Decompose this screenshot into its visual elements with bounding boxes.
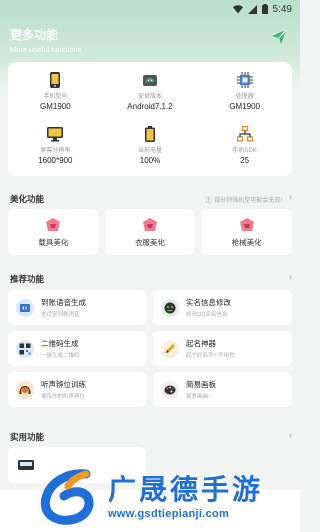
clothes-skin-icon bbox=[143, 218, 157, 231]
beauty-item-gun[interactable]: 枪械美化 bbox=[201, 209, 293, 255]
qrcode-icon bbox=[16, 339, 34, 358]
info-processor: 处理器 GM1900 bbox=[197, 68, 292, 122]
cpu-icon bbox=[236, 72, 253, 88]
watermark-logo-icon bbox=[40, 469, 94, 525]
signal-icon bbox=[247, 4, 257, 14]
beauty-item-clothes[interactable]: 衣服美化 bbox=[104, 209, 196, 255]
battery-icon bbox=[142, 126, 158, 142]
beauty-section-note: 注: 部分特殊机型可能会无效! bbox=[204, 198, 282, 204]
beauty-section-title: 美化功能 bbox=[10, 194, 45, 204]
rec-item-drawing[interactable]: 简易画板 随意画画~ bbox=[153, 372, 292, 407]
info-resolution: 屏幕分辨率 1600*900 bbox=[8, 122, 103, 176]
phone-icon bbox=[47, 72, 63, 88]
vehicle-skin-icon bbox=[46, 218, 61, 231]
page-header: 更多功能 More useful functions bbox=[10, 26, 81, 54]
rec-item-realname[interactable]: 实名信息修改 修改QQ实名信息 bbox=[153, 290, 292, 325]
watermark-brand: 广晟德手游 bbox=[108, 474, 264, 505]
rec-item-naming[interactable]: 起名神器 起个好名字? 不用愁 bbox=[153, 331, 292, 366]
battery-status-icon bbox=[261, 4, 268, 14]
beauty-item-vehicle[interactable]: 载具美化 bbox=[8, 209, 99, 255]
keyboard-icon bbox=[18, 460, 34, 470]
page-title: 更多功能 bbox=[10, 28, 59, 42]
utility-section-title: 实用功能 bbox=[10, 432, 45, 442]
palette-icon bbox=[161, 380, 179, 399]
chevron-right-icon[interactable]: › bbox=[289, 272, 292, 282]
send-button[interactable] bbox=[268, 26, 290, 48]
wifi-icon bbox=[232, 4, 243, 14]
info-phone-model: 手机型号 GM1900 bbox=[8, 68, 103, 122]
chevron-right-icon[interactable]: › bbox=[289, 192, 292, 202]
headset-icon bbox=[16, 380, 34, 399]
status-time: 5:49 bbox=[272, 3, 292, 15]
watermark-url: www.gsdtiepianji.com bbox=[108, 508, 230, 520]
monitor-icon bbox=[47, 126, 64, 142]
rec-item-sound-training[interactable]: 听声辨位训练 锻炼你的听声辨位 bbox=[8, 372, 147, 407]
rec-item-voice[interactable]: 到账语音生成 支付宝到账语音 bbox=[8, 290, 147, 325]
chevron-right-icon[interactable]: › bbox=[289, 430, 292, 440]
recommend-list: 到账语音生成 支付宝到账语音 实名信息修改 修改QQ实名信息 二维码生成 一键生… bbox=[8, 290, 292, 407]
gun-skin-icon bbox=[239, 218, 254, 231]
pen-icon bbox=[161, 339, 179, 358]
beauty-list: 载具美化 衣服美化 枪械美化 bbox=[8, 209, 293, 255]
info-battery: 当前电量 100% bbox=[103, 122, 198, 176]
android-icon bbox=[142, 72, 158, 88]
recommend-section-title: 推荐功能 bbox=[10, 274, 45, 284]
watermark: 广晟德手游 www.gsdtiepianji.com bbox=[38, 462, 300, 532]
send-icon bbox=[272, 29, 287, 44]
rec-item-qrcode[interactable]: 二维码生成 一键生成二维码 bbox=[8, 331, 147, 366]
status-bar: 5:49 bbox=[0, 0, 300, 18]
device-info-card: 手机型号 GM1900 安卓版本 Android7.1.2 处理器 GM1900… bbox=[8, 62, 292, 176]
voice-icon bbox=[16, 298, 34, 317]
network-icon bbox=[236, 126, 253, 142]
page-subtitle: More useful functions bbox=[10, 45, 82, 54]
id-card-icon bbox=[161, 298, 179, 317]
info-sdk: 手机SDK 25 bbox=[197, 122, 292, 176]
info-android-version: 安卓版本 Android7.1.2 bbox=[103, 68, 198, 122]
